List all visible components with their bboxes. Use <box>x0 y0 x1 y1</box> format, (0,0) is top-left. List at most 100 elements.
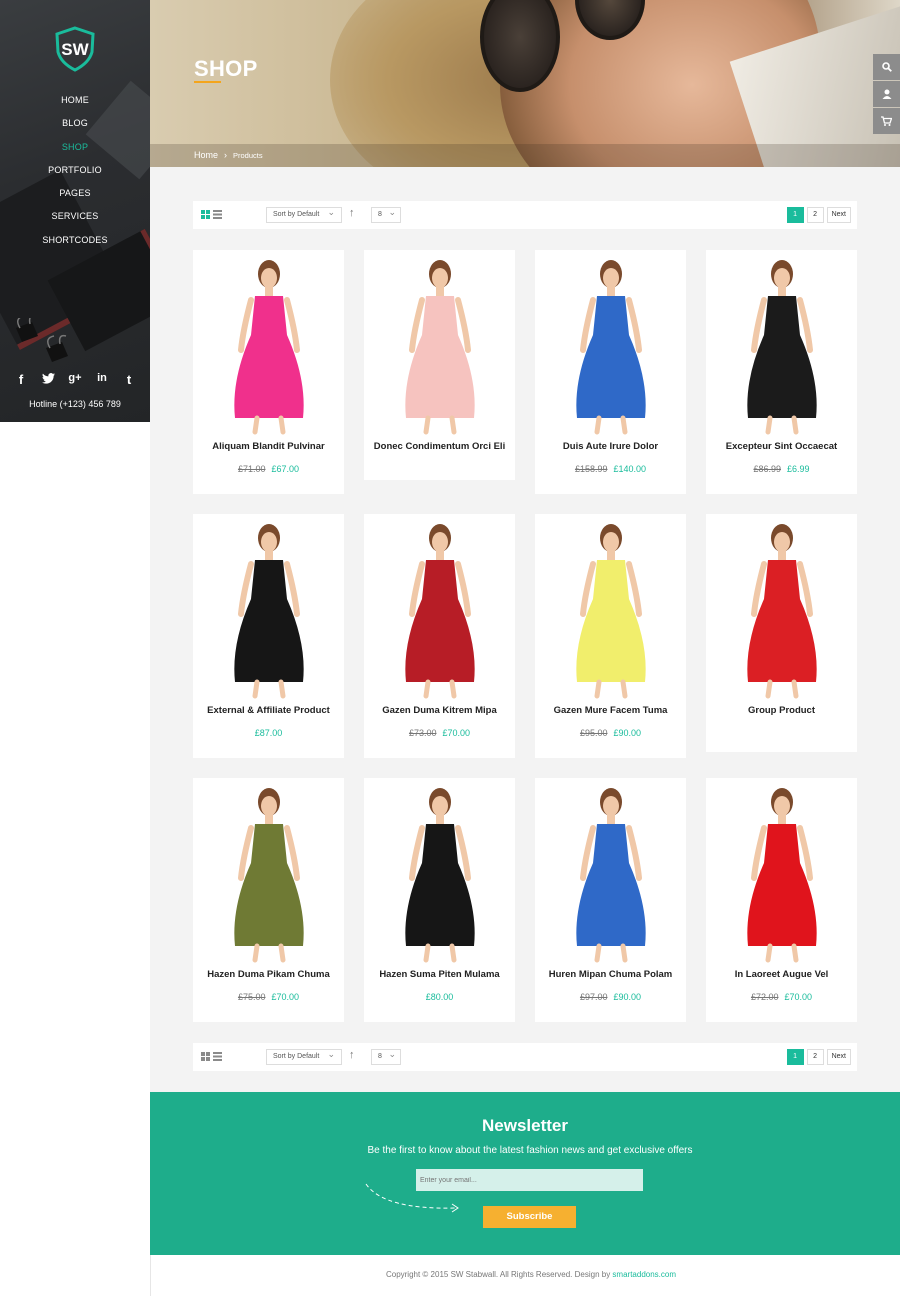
sale-price: £70.00 <box>271 992 300 1002</box>
product-name[interactable]: Duis Aute Irure Dolor <box>535 441 686 452</box>
product-card[interactable]: Duis Aute Irure Dolor £158.99 £140.00 <box>535 250 686 494</box>
next-page-button[interactable]: Next <box>826 1049 851 1065</box>
product-card[interactable]: Hazen Suma Piten Mulama £80.00 <box>364 778 515 1022</box>
google-plus-icon[interactable]: g+ <box>68 372 82 387</box>
sort-select[interactable]: Sort by Default <box>266 207 342 223</box>
product-image[interactable] <box>706 250 857 435</box>
tumblr-icon[interactable]: t <box>122 372 136 387</box>
product-name[interactable]: Huren Mipan Chuma Polam <box>535 969 686 980</box>
product-name[interactable]: In Laoreet Augue Vel <box>706 969 857 980</box>
product-price: £75.00 £70.00 <box>193 992 344 1002</box>
sort-direction-icon[interactable]: ↑ <box>349 1049 355 1061</box>
designer-link[interactable]: smartaddons.com <box>612 1270 676 1279</box>
sale-price: £140.00 <box>613 464 647 474</box>
sale-price: £67.00 <box>271 464 300 474</box>
product-name[interactable]: Aliquam Blandit Pulvinar <box>193 441 344 452</box>
sort-direction-icon[interactable]: ↑ <box>349 207 355 219</box>
shop-main: Sort by Default ↑ 8 1 2 Next Aliquam Bla… <box>150 167 900 1092</box>
page-1-button[interactable]: 1 <box>786 1049 804 1065</box>
newsletter-subtitle: Be the first to know about the latest fa… <box>367 1145 693 1156</box>
twitter-icon[interactable] <box>41 372 55 387</box>
product-image[interactable] <box>193 778 344 963</box>
sort-select[interactable]: Sort by Default <box>266 1049 342 1065</box>
newsletter-title: Newsletter <box>482 1116 568 1135</box>
page-header-banner: SHOP Home › Products <box>150 0 900 167</box>
product-name[interactable]: Group Product <box>706 705 857 716</box>
product-name[interactable]: Gazen Mure Facem Tuma <box>535 705 686 716</box>
nav-item-portfolio[interactable]: PORTFOLIO <box>0 162 150 185</box>
copyright-text: Copyright © 2015 SW Stabwall. All Rights… <box>151 1270 900 1279</box>
grid-view-icon[interactable] <box>201 210 210 219</box>
newsletter-section: Newsletter Be the first to know about th… <box>150 1092 900 1255</box>
product-image[interactable] <box>706 778 857 963</box>
product-image[interactable] <box>193 514 344 699</box>
product-price: £158.99 £140.00 <box>535 464 686 474</box>
nav-item-shortcodes[interactable]: SHORTCODES <box>0 232 150 255</box>
nav-item-home[interactable]: HOME <box>0 92 150 115</box>
user-icon[interactable] <box>873 81 900 107</box>
cart-icon[interactable] <box>873 108 900 134</box>
newsletter-email-input[interactable] <box>416 1169 643 1191</box>
product-name[interactable]: Donec Condimentum Orci Eli <box>364 441 515 452</box>
product-price: £86.99 £6.99 <box>706 464 857 474</box>
product-card[interactable]: Donec Condimentum Orci Eli <box>364 250 515 480</box>
product-image[interactable] <box>535 514 686 699</box>
breadcrumb-home-link[interactable]: Home <box>194 150 218 160</box>
subscribe-button[interactable]: Subscribe <box>483 1206 576 1228</box>
product-name[interactable]: Excepteur Sint Occaecat <box>706 441 857 452</box>
product-card[interactable]: Excepteur Sint Occaecat £86.99 £6.99 <box>706 250 857 494</box>
hotline-text: Hotline (+123) 456 789 <box>29 399 121 409</box>
product-card[interactable]: Hazen Duma Pikam Chuma £75.00 £70.00 <box>193 778 344 1022</box>
product-card[interactable]: Huren Mipan Chuma Polam £97.00 £90.00 <box>535 778 686 1022</box>
search-icon[interactable] <box>873 54 900 80</box>
product-name[interactable]: Hazen Suma Piten Mulama <box>364 969 515 980</box>
product-card[interactable]: In Laoreet Augue Vel £72.00 £70.00 <box>706 778 857 1022</box>
nav-item-shop[interactable]: SHOP <box>0 139 150 162</box>
view-toggle <box>201 1052 222 1061</box>
product-image[interactable] <box>364 778 515 963</box>
product-name[interactable]: Hazen Duma Pikam Chuma <box>193 969 344 980</box>
main-nav: HOME BLOG SHOP PORTFOLIO PAGES SERVICES … <box>0 92 150 255</box>
product-image[interactable] <box>535 778 686 963</box>
product-image[interactable] <box>535 250 686 435</box>
sale-price: £80.00 <box>425 992 454 1002</box>
old-price: £71.00 <box>237 464 266 474</box>
view-toggle <box>201 210 222 219</box>
site-logo[interactable]: SW <box>52 26 98 72</box>
page-2-button[interactable]: 2 <box>806 207 824 223</box>
sale-price: £70.00 <box>784 992 813 1002</box>
per-page-select[interactable]: 8 <box>371 1049 401 1065</box>
logo-text: SW <box>61 40 89 59</box>
product-image[interactable] <box>364 514 515 699</box>
list-view-icon[interactable] <box>213 1052 222 1061</box>
next-page-button[interactable]: Next <box>826 207 851 223</box>
site-footer: Copyright © 2015 SW Stabwall. All Rights… <box>150 1255 900 1296</box>
product-card[interactable]: External & Affiliate Product £87.00 <box>193 514 344 758</box>
nav-item-pages[interactable]: PAGES <box>0 185 150 208</box>
sale-price: £6.99 <box>787 464 810 474</box>
pagination: 1 2 Next <box>786 207 851 223</box>
product-card[interactable]: Gazen Mure Facem Tuma £95.00 £90.00 <box>535 514 686 758</box>
per-page-select[interactable]: 8 <box>371 207 401 223</box>
list-view-icon[interactable] <box>213 210 222 219</box>
product-price: £97.00 £90.00 <box>535 992 686 1002</box>
facebook-icon[interactable]: f <box>14 372 28 387</box>
product-image[interactable] <box>364 250 515 435</box>
product-card[interactable]: Aliquam Blandit Pulvinar £71.00 £67.00 <box>193 250 344 494</box>
product-price: £87.00 <box>193 728 344 738</box>
linkedin-icon[interactable]: in <box>95 372 109 387</box>
old-price: £86.99 <box>753 464 781 474</box>
product-card[interactable]: Gazen Duma Kitrem Mipa £73.00 £70.00 <box>364 514 515 758</box>
grid-view-icon[interactable] <box>201 1052 210 1061</box>
nav-item-blog[interactable]: BLOG <box>0 115 150 138</box>
product-name[interactable]: Gazen Duma Kitrem Mipa <box>364 705 515 716</box>
shop-toolbar-bottom: Sort by Default ↑ 8 1 2 Next <box>193 1043 857 1071</box>
product-name[interactable]: External & Affiliate Product <box>193 705 344 716</box>
product-image[interactable] <box>706 514 857 699</box>
product-card[interactable]: Group Product <box>706 514 857 752</box>
product-image[interactable] <box>193 250 344 435</box>
page-1-button[interactable]: 1 <box>786 207 804 223</box>
title-underline <box>194 81 221 83</box>
nav-item-services[interactable]: SERVICES <box>0 208 150 231</box>
page-2-button[interactable]: 2 <box>806 1049 824 1065</box>
